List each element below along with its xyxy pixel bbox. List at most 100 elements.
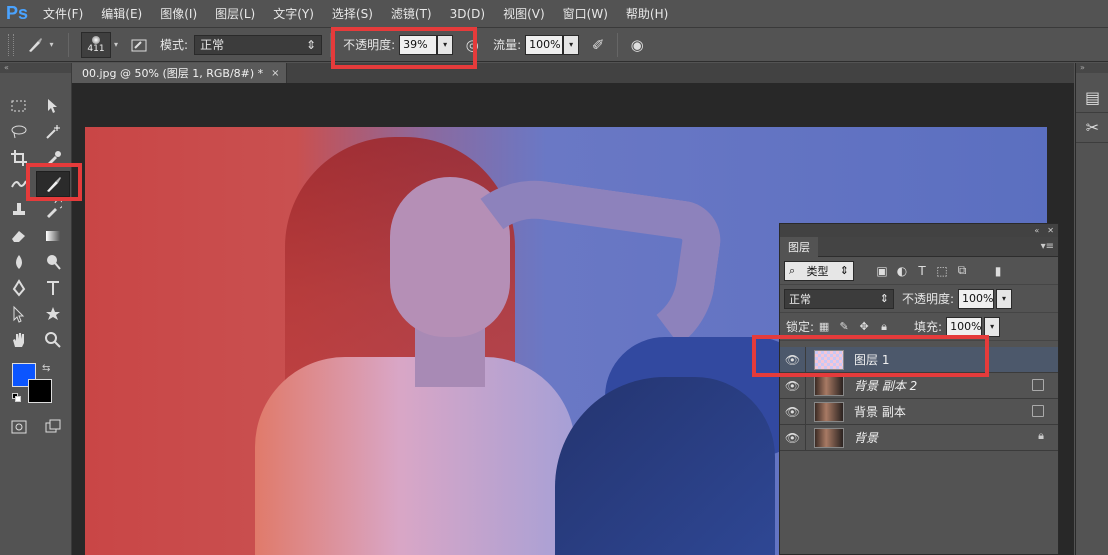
history-panel-icon[interactable]: ▤ xyxy=(1076,83,1108,113)
flow-dropdown-button[interactable]: ▾ xyxy=(563,34,580,55)
adjustment-filter-icon[interactable]: ◐ xyxy=(892,262,912,280)
fill-dropdown-button[interactable]: ▾ xyxy=(984,316,1001,337)
tool-presets-panel-icon[interactable]: ✂ xyxy=(1076,113,1108,143)
lock-image-icon[interactable]: ✎ xyxy=(834,317,854,337)
zoom-tool-icon[interactable] xyxy=(36,327,70,353)
flow-label: 流量: xyxy=(493,38,522,52)
hand-tool-icon[interactable] xyxy=(2,327,36,353)
close-icon[interactable]: × xyxy=(271,68,279,79)
lasso-tool-icon[interactable] xyxy=(2,119,36,145)
options-bar: ▾ 411 ▾ 模式: 正常 ⇕ 不透明度: 39% ▾ ◎ 流量: 100% … xyxy=(0,28,1108,62)
layer-row[interactable]: 👁︎ 背景 副本 xyxy=(780,398,1058,425)
menu-image[interactable]: 图像(I) xyxy=(151,0,206,28)
tool-grid xyxy=(0,73,71,353)
menu-select[interactable]: 选择(S) xyxy=(323,0,382,28)
healing-brush-tool-icon[interactable] xyxy=(2,171,36,197)
clone-stamp-tool-icon[interactable] xyxy=(2,197,36,223)
layer-row[interactable]: 👁︎ 背景 副本 2 xyxy=(780,372,1058,399)
history-brush-tool-icon[interactable] xyxy=(36,197,70,223)
chevron-down-icon[interactable]: ▾ xyxy=(114,40,118,49)
layer-filter-row: ⌕ 类型 ⇕ ▣ ◐ T ⬚ ⧉ ▮ xyxy=(780,257,1058,285)
layer-thumbnail xyxy=(814,349,844,370)
menu-filter[interactable]: 滤镜(T) xyxy=(382,0,441,28)
type-tool-icon[interactable] xyxy=(36,275,70,301)
opacity-dropdown-button[interactable]: ▾ xyxy=(437,34,454,55)
brush-preset-picker[interactable]: 411 xyxy=(81,31,111,58)
type-filter-icon[interactable]: T xyxy=(912,262,932,280)
options-grip[interactable] xyxy=(8,33,14,56)
document-tab-bar: 00.jpg @ 50% (图层 1, RGB/8#) * × xyxy=(72,63,1074,83)
eye-icon[interactable]: 👁︎ xyxy=(780,372,806,399)
panel-collapse-icon[interactable]: « xyxy=(0,63,71,73)
filter-toggle-icon[interactable]: ▮ xyxy=(988,262,1008,280)
dodge-tool-icon[interactable] xyxy=(36,249,70,275)
document-tab-title: 00.jpg @ 50% (图层 1, RGB/8#) * xyxy=(82,67,264,80)
layer-opacity-input[interactable]: 100% xyxy=(958,288,995,309)
menu-view[interactable]: 视图(V) xyxy=(494,0,554,28)
swap-colors-icon[interactable]: ⇆ xyxy=(42,363,50,374)
menu-edit[interactable]: 编辑(E) xyxy=(92,0,151,28)
quick-mask-icon[interactable] xyxy=(6,415,32,439)
search-icon: ⌕ xyxy=(789,263,796,277)
background-color-swatch[interactable] xyxy=(28,379,52,403)
blur-tool-icon[interactable] xyxy=(2,249,36,275)
layer-row[interactable]: 👁︎ 图层 1 xyxy=(780,346,1058,373)
brush-icon xyxy=(29,37,43,52)
menu-file[interactable]: 文件(F) xyxy=(34,0,92,28)
eye-icon[interactable]: 👁︎ xyxy=(780,346,806,373)
document-tab[interactable]: 00.jpg @ 50% (图层 1, RGB/8#) * × xyxy=(72,63,287,83)
move-tool-icon[interactable] xyxy=(36,93,70,119)
flow-input[interactable]: 100% xyxy=(525,34,564,55)
layer-thumbnail xyxy=(814,375,844,396)
menu-window[interactable]: 窗口(W) xyxy=(554,0,617,28)
smart-object-filter-icon[interactable]: ⧉ xyxy=(952,262,972,280)
eye-icon[interactable]: 👁︎ xyxy=(780,398,806,425)
mode-select[interactable]: 正常 ⇕ xyxy=(194,34,323,55)
opacity-input[interactable]: 39% xyxy=(399,34,438,55)
collapse-panel-icon[interactable]: « xyxy=(1034,226,1039,235)
menu-3d[interactable]: 3D(D) xyxy=(441,0,494,28)
pixel-filter-icon[interactable]: ▣ xyxy=(872,262,892,280)
pressure-opacity-icon[interactable]: ◎ xyxy=(461,34,483,56)
magic-wand-tool-icon[interactable] xyxy=(36,119,70,145)
eyedropper-tool-icon[interactable] xyxy=(36,145,70,171)
opacity-label: 不透明度: xyxy=(343,38,396,52)
panel-menu-icon[interactable]: ▾≡ xyxy=(1041,241,1058,252)
eraser-tool-icon[interactable] xyxy=(2,223,36,249)
gradient-tool-icon[interactable] xyxy=(36,223,70,249)
pressure-size-icon[interactable]: ◉ xyxy=(626,34,648,56)
eye-icon[interactable]: 👁︎ xyxy=(780,424,806,451)
smart-object-badge-icon xyxy=(1032,405,1044,417)
layer-opacity-dropdown-button[interactable]: ▾ xyxy=(996,288,1013,309)
separator xyxy=(617,32,619,57)
layer-name: 背景 副本 xyxy=(854,405,906,419)
layer-row[interactable]: 👁︎ 背景 🔒︎ xyxy=(780,424,1058,451)
pen-tool-icon[interactable] xyxy=(2,275,36,301)
layers-tab-row: 图层 ▾≡ xyxy=(780,236,1058,257)
close-panel-icon[interactable]: ✕ xyxy=(1047,226,1054,235)
shape-filter-icon[interactable]: ⬚ xyxy=(932,262,952,280)
path-selection-tool-icon[interactable] xyxy=(2,301,36,327)
crop-tool-icon[interactable] xyxy=(2,145,36,171)
screen-mode-icon[interactable] xyxy=(40,415,66,439)
menu-help[interactable]: 帮助(H) xyxy=(617,0,677,28)
stepper-icon: ⇕ xyxy=(879,292,889,305)
airbrush-icon[interactable]: ✐ xyxy=(587,34,609,56)
marquee-tool-icon[interactable] xyxy=(2,93,36,119)
brush-tool-icon[interactable] xyxy=(36,171,70,197)
default-colors-icon[interactable] xyxy=(12,393,22,403)
layer-filter-select[interactable]: ⌕ 类型 ⇕ xyxy=(784,260,854,281)
lock-all-icon[interactable]: 🔒︎ xyxy=(874,317,894,337)
fill-input[interactable]: 100% xyxy=(946,316,983,337)
lock-label: 锁定: xyxy=(786,320,815,334)
tab-layers[interactable]: 图层 xyxy=(780,236,818,257)
lock-transparency-icon[interactable]: ▦ xyxy=(814,317,834,337)
menu-layer[interactable]: 图层(L) xyxy=(206,0,264,28)
brush-panel-toggle-icon[interactable] xyxy=(128,34,150,56)
menu-type[interactable]: 文字(Y) xyxy=(264,0,323,28)
custom-shape-tool-icon[interactable] xyxy=(36,301,70,327)
blend-mode-select[interactable]: 正常 ⇕ xyxy=(784,288,894,309)
lock-position-icon[interactable]: ✥ xyxy=(854,317,874,337)
tool-preset-picker[interactable]: ▾ xyxy=(20,32,60,58)
dock-expand-icon[interactable]: » xyxy=(1076,63,1108,73)
